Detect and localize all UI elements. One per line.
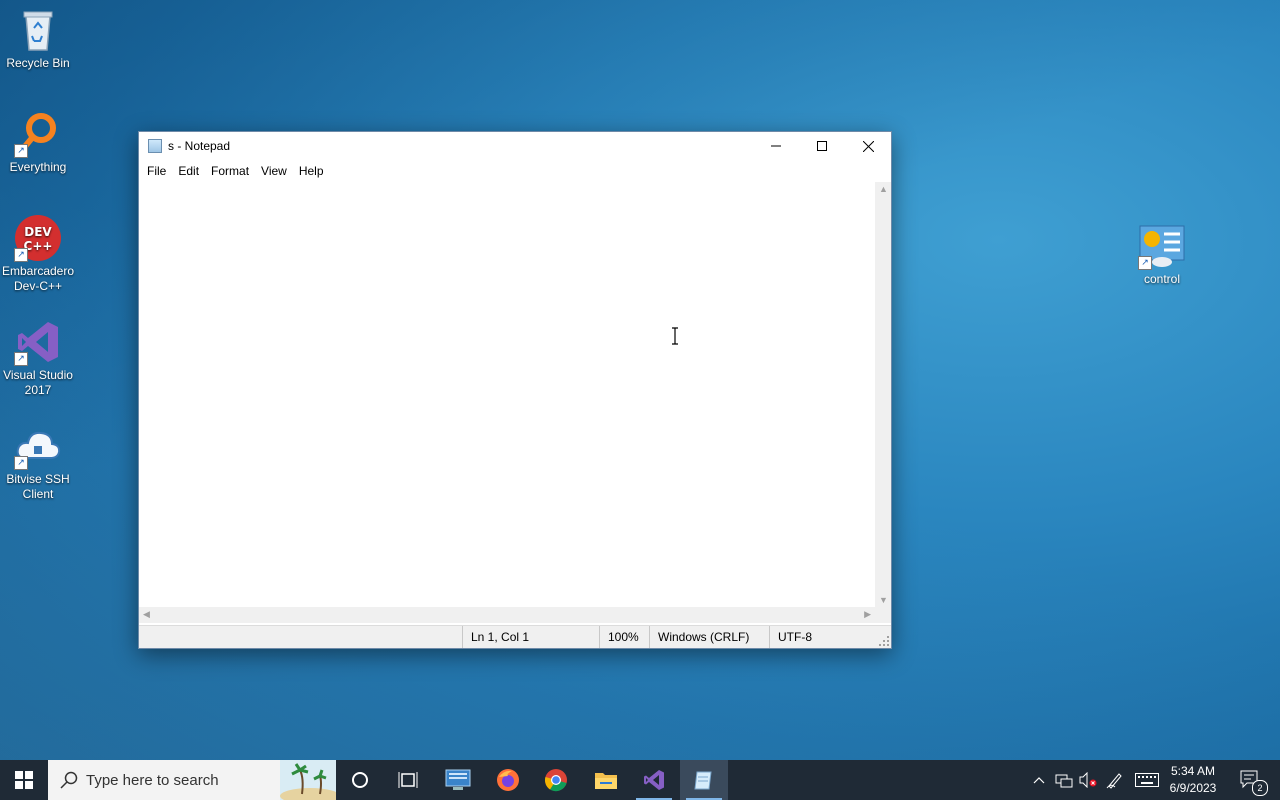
- chrome-icon: [544, 769, 567, 792]
- devcpp-icon: DEV C++ ↗: [14, 214, 62, 262]
- vertical-scrollbar[interactable]: ▲ ▼: [875, 182, 891, 607]
- notepad-icon: [148, 139, 162, 153]
- shortcut-arrow-icon: ↗: [14, 144, 28, 158]
- cortana-icon: [352, 772, 368, 788]
- action-center-button[interactable]: 2: [1232, 760, 1270, 800]
- search-magnifier-icon: ↗: [14, 110, 62, 158]
- maximize-icon: [817, 141, 827, 151]
- clock-date: 6/9/2023: [1169, 781, 1217, 795]
- windows-logo-icon: [15, 771, 33, 789]
- status-encoding: UTF-8: [769, 626, 812, 648]
- desktop-icon-recycle-bin[interactable]: Recycle Bin: [0, 6, 76, 71]
- status-zoom: 100%: [599, 626, 639, 648]
- desktop-icon-label: Recycle Bin: [6, 56, 70, 70]
- status-position: Ln 1, Col 1: [462, 626, 529, 648]
- taskbar-firefox[interactable]: [484, 760, 532, 800]
- desktop-icon-label: control: [1143, 272, 1181, 286]
- close-button[interactable]: [845, 132, 891, 160]
- task-view-button[interactable]: [384, 760, 432, 800]
- menu-help[interactable]: Help: [293, 160, 330, 182]
- recycle-bin-icon: [14, 6, 62, 54]
- network-icon: [1055, 774, 1073, 788]
- desktop-icon-everything[interactable]: ↗ Everything: [0, 110, 76, 175]
- scroll-down-icon[interactable]: ▼: [879, 595, 888, 605]
- taskbar-file-explorer[interactable]: [582, 760, 630, 800]
- text-cursor-icon: [672, 327, 678, 345]
- menu-file[interactable]: File: [141, 160, 172, 182]
- pen-icon: [1106, 773, 1122, 789]
- desktop-icon-label: Visual Studio 2017: [3, 368, 73, 397]
- desktop-icon-label: Bitvise SSH Client: [6, 472, 70, 501]
- desktop-icon-label: Embarcadero Dev-C++: [1, 264, 75, 293]
- notepad-window[interactable]: s - Notepad File Edit Format View Help ▲…: [138, 131, 892, 649]
- maximize-button[interactable]: [799, 132, 845, 160]
- horizontal-scrollbar[interactable]: ◀ ▶: [139, 607, 875, 623]
- visual-studio-icon: [644, 770, 664, 790]
- desktop-icon-control[interactable]: ↗ control: [1124, 222, 1200, 287]
- shortcut-arrow-icon: ↗: [1138, 256, 1152, 270]
- clock[interactable]: 5:34 AM 6/9/2023: [1158, 763, 1228, 797]
- title-bar[interactable]: s - Notepad: [139, 132, 891, 160]
- scrollbar-corner: [875, 607, 891, 623]
- network-button[interactable]: [1052, 760, 1076, 800]
- taskbar-visual-studio[interactable]: [630, 760, 678, 800]
- control-panel-icon: ↗: [1138, 222, 1186, 270]
- close-icon: [862, 140, 874, 152]
- keyboard-icon: [1135, 773, 1159, 787]
- resize-grip-icon[interactable]: [879, 636, 889, 646]
- chevron-up-icon: [1033, 777, 1045, 784]
- speaker-muted-icon: [1079, 772, 1097, 788]
- menu-format[interactable]: Format: [205, 160, 255, 182]
- notification-count-badge: 2: [1252, 780, 1268, 796]
- status-line-ending: Windows (CRLF): [649, 626, 749, 648]
- status-bar: Ln 1, Col 1 100% Windows (CRLF) UTF-8: [139, 625, 891, 648]
- search-box[interactable]: Type here to search: [48, 760, 336, 800]
- visual-studio-icon: ↗: [14, 318, 62, 366]
- taskbar: Type here to search 5:34 AM 6/9/2023 2: [0, 760, 1280, 800]
- desktop-icon-devcpp[interactable]: DEV C++ ↗ Embarcadero Dev-C++: [0, 214, 76, 294]
- minimize-icon: [771, 145, 781, 147]
- notepad-icon: [694, 771, 712, 790]
- search-highlight-beach-icon: [280, 760, 336, 800]
- menu-edit[interactable]: Edit: [172, 160, 205, 182]
- taskbar-notepad[interactable]: [680, 760, 728, 800]
- scroll-up-icon[interactable]: ▲: [879, 184, 888, 194]
- start-button[interactable]: [0, 760, 48, 800]
- clock-time: 5:34 AM: [1170, 764, 1216, 778]
- task-view-icon: [398, 772, 418, 788]
- remote-desktop-icon: [445, 769, 471, 790]
- scroll-right-icon[interactable]: ▶: [864, 609, 871, 620]
- desktop-icon-visual-studio[interactable]: ↗ Visual Studio 2017: [0, 318, 76, 398]
- desktop-icon-bitvise[interactable]: ↗ Bitvise SSH Client: [0, 422, 76, 502]
- svg-text:DEV: DEV: [24, 225, 52, 239]
- shortcut-arrow-icon: ↗: [14, 248, 28, 262]
- taskbar-chrome[interactable]: [532, 760, 580, 800]
- text-editor[interactable]: [139, 182, 875, 607]
- bitvise-ssh-icon: ↗: [14, 422, 62, 470]
- firefox-icon: [497, 769, 519, 791]
- show-hidden-icons-button[interactable]: [1028, 760, 1050, 800]
- minimize-button[interactable]: [753, 132, 799, 160]
- window-title: s - Notepad: [168, 139, 231, 153]
- pen-workspace-button[interactable]: [1102, 760, 1128, 800]
- cortana-button[interactable]: [336, 760, 384, 800]
- desktop-icon-label: Everything: [9, 160, 67, 174]
- menu-bar: File Edit Format View Help: [139, 160, 891, 182]
- scroll-left-icon[interactable]: ◀: [143, 609, 150, 620]
- file-explorer-icon: [595, 773, 617, 789]
- search-icon: [60, 771, 78, 789]
- search-placeholder: Type here to search: [86, 771, 219, 789]
- taskbar-remote-desktop[interactable]: [434, 760, 482, 800]
- volume-button[interactable]: [1076, 760, 1100, 800]
- shortcut-arrow-icon: ↗: [14, 352, 28, 366]
- shortcut-arrow-icon: ↗: [14, 456, 28, 470]
- menu-view[interactable]: View: [255, 160, 293, 182]
